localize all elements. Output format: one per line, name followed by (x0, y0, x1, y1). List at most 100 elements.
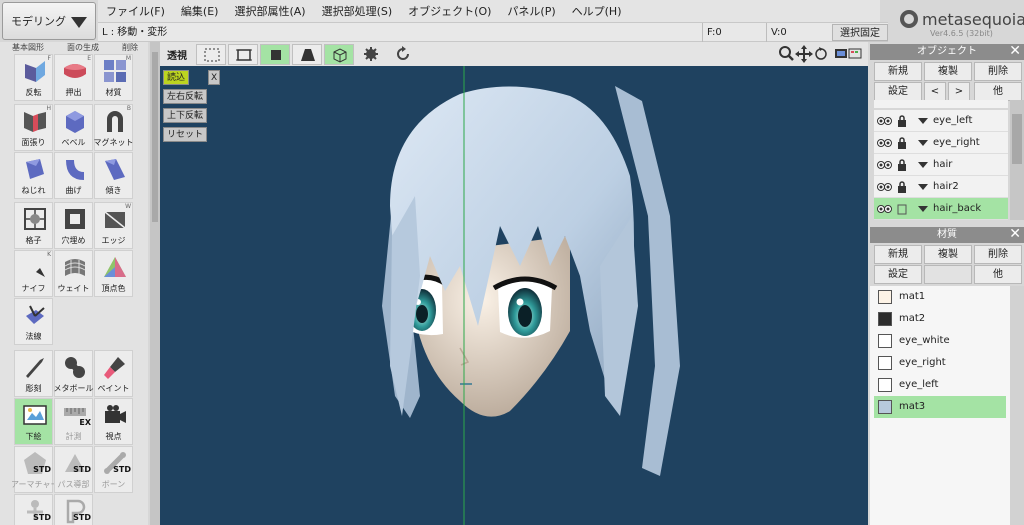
object-row-hair[interactable]: hair (874, 154, 1008, 176)
object-list-scrollbar[interactable] (1010, 100, 1024, 220)
view-mode-label[interactable]: 透視 (167, 47, 187, 62)
select-rect-button[interactable] (196, 44, 226, 65)
tool-weight[interactable]: ウェイト (54, 250, 93, 297)
tool-face-fill[interactable]: H 面張り (14, 104, 53, 151)
lock-icon[interactable] (897, 137, 907, 149)
object-row-eye-left[interactable]: eye_left (874, 110, 1008, 132)
object-next-button[interactable]: > (948, 82, 970, 101)
menu-selection-process[interactable]: 選択部処理(S) (314, 3, 401, 19)
tool-bevel[interactable]: ベベル (54, 104, 93, 151)
menu-help[interactable]: ヘルプ(H) (564, 3, 630, 19)
tool-tilt[interactable]: 傾き (94, 152, 133, 199)
menu-panel[interactable]: パネル(P) (499, 3, 563, 19)
move-icon[interactable] (795, 45, 813, 63)
expand-arrow-icon[interactable] (918, 140, 928, 146)
scrollbar-thumb[interactable] (1012, 114, 1022, 164)
menu-edit[interactable]: 編集(E) (173, 3, 227, 19)
tool-vertex-color[interactable]: 頂点色 (94, 250, 133, 297)
tool-bend[interactable]: 曲げ (54, 152, 93, 199)
close-icon[interactable]: ✕ (1009, 44, 1021, 59)
navigation-icons[interactable] (778, 45, 864, 63)
scrollbar-thumb[interactable] (152, 52, 158, 222)
menu-selection-attr[interactable]: 選択部属性(A) (226, 3, 313, 19)
object-prev-button[interactable]: < (924, 82, 946, 101)
expand-arrow-icon[interactable] (918, 162, 928, 168)
toolbox-scrollbar[interactable] (150, 42, 160, 525)
material-delete-button[interactable]: 削除 (974, 245, 1022, 264)
tool-pose[interactable]: STD (14, 494, 53, 525)
lock-icon[interactable] (897, 115, 907, 127)
tool-sculpt[interactable]: 彫刻 (14, 350, 53, 397)
material-row-eye-left[interactable]: eye_left (874, 374, 1006, 396)
material-new-button[interactable]: 新規 (874, 245, 922, 264)
tool-view-label: 視点 (105, 432, 122, 441)
expand-arrow-icon[interactable] (918, 118, 928, 124)
tool-view[interactable]: 視点 (94, 398, 133, 445)
zoom-icon[interactable] (779, 46, 794, 61)
tool-magnet[interactable]: B マグネット (94, 104, 134, 151)
tool-paint[interactable]: ペイント (94, 350, 133, 397)
tool-normal[interactable]: 法線 (14, 298, 53, 345)
visibility-eye-icon[interactable] (877, 138, 892, 148)
material-duplicate-button[interactable]: 複製 (924, 245, 972, 264)
material-name: eye_left (899, 379, 939, 390)
tool-lattice[interactable]: 格子 (14, 202, 53, 249)
tool-label-delete: 削除 (122, 43, 138, 52)
menu-file[interactable]: ファイル(F) (98, 3, 173, 19)
tool-knife[interactable]: K ナイフ (14, 250, 53, 297)
visibility-eye-icon[interactable] (877, 160, 892, 170)
material-row-mat1[interactable]: mat1 (874, 286, 1006, 308)
lock-icon[interactable] (897, 181, 907, 193)
tool-armature[interactable]: STD アーマチャー (11, 446, 58, 493)
wire-cube-button[interactable] (324, 44, 354, 65)
menu-object[interactable]: オブジェクト(O) (400, 3, 499, 19)
material-settings-button[interactable]: 設定 (874, 265, 922, 284)
object-delete-button[interactable]: 削除 (974, 62, 1022, 81)
material-row-eye-white[interactable]: eye_white (874, 330, 1006, 352)
layout-icon[interactable] (835, 48, 862, 59)
object-duplicate-button[interactable]: 複製 (924, 62, 972, 81)
tool-extrude[interactable]: E 押出 (54, 54, 93, 101)
solid-display-button[interactable] (260, 44, 290, 65)
tool-paint-label: ペイント (97, 384, 130, 393)
tool-underlay[interactable]: 下絵 (14, 398, 53, 445)
material-row-mat3[interactable]: mat3 (874, 396, 1006, 418)
object-other-button[interactable]: 他 (974, 82, 1022, 101)
object-new-button[interactable]: 新規 (874, 62, 922, 81)
material-swatch (878, 356, 892, 370)
tool-hole-fill[interactable]: 穴埋め (54, 202, 93, 249)
mode-dropdown[interactable]: モデリング (2, 2, 96, 40)
refresh-button[interactable] (388, 44, 418, 65)
tool-twist[interactable]: ねじれ (14, 152, 53, 199)
expand-arrow-icon[interactable] (918, 206, 928, 212)
lock-icon[interactable] (897, 159, 907, 171)
material-row-mat2[interactable]: mat2 (874, 308, 1006, 330)
tool-material[interactable]: M 材質 (94, 54, 133, 101)
object-row-hair2[interactable]: hair2 (874, 176, 1008, 198)
tool-edge[interactable]: W エッジ (94, 202, 133, 249)
visibility-eye-icon[interactable] (877, 204, 892, 214)
tool-measure[interactable]: EX 計測 (54, 398, 93, 445)
object-row-hair-back[interactable]: hair_back (874, 198, 1008, 220)
3d-viewport[interactable]: 読込 X 左右反転 上下反転 リセット (160, 66, 868, 525)
settings-button[interactable] (356, 44, 386, 65)
object-settings-button[interactable]: 設定 (874, 82, 922, 101)
tool-bone[interactable]: STD ボーン (94, 446, 133, 493)
frame-button[interactable] (228, 44, 258, 65)
material-list-scrollbar[interactable] (1010, 286, 1024, 525)
tool-p[interactable]: STD (54, 494, 93, 525)
tool-metaball[interactable]: メタボール (54, 350, 94, 397)
perspective-button[interactable] (292, 44, 322, 65)
tool-path[interactable]: STD パス導部 (54, 446, 93, 493)
close-icon[interactable]: ✕ (1009, 227, 1021, 242)
material-row-eye-right[interactable]: eye_right (874, 352, 1006, 374)
rotate-icon[interactable] (815, 47, 827, 60)
unlock-icon[interactable] (897, 203, 907, 215)
material-other-button[interactable]: 他 (974, 265, 1022, 284)
expand-arrow-icon[interactable] (918, 184, 928, 190)
lock-selection-button[interactable]: 選択固定 (832, 24, 888, 41)
object-row-eye-right[interactable]: eye_right (874, 132, 1008, 154)
tool-flip[interactable]: F 反転 (14, 54, 53, 101)
visibility-eye-icon[interactable] (877, 182, 892, 192)
visibility-eye-icon[interactable] (877, 116, 892, 126)
